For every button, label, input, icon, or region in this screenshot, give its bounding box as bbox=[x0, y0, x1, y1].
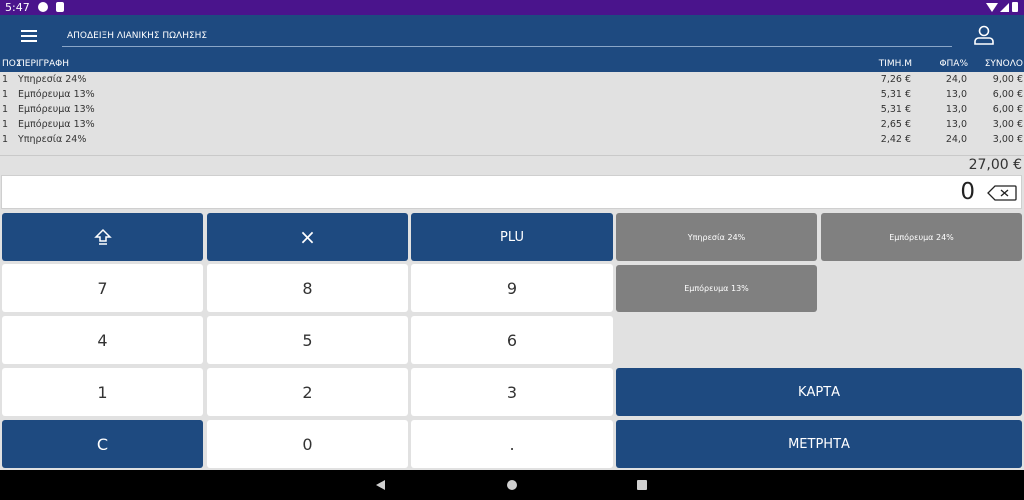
backspace-icon[interactable] bbox=[987, 185, 1017, 201]
row-unit-price: 2,42 € bbox=[880, 134, 911, 145]
notification-icon bbox=[38, 2, 48, 12]
row-unit-price: 7,26 € bbox=[880, 74, 911, 85]
table-row[interactable]: 1 Εμπόρευμα 13% 5,31 € 13,0 6,00 € bbox=[0, 87, 1024, 102]
digit-8-button[interactable]: 8 bbox=[207, 264, 408, 312]
shift-up-icon bbox=[93, 228, 112, 245]
navigation-bar bbox=[0, 470, 1024, 500]
row-vat: 13,0 bbox=[945, 89, 967, 100]
multiply-button[interactable]: × bbox=[207, 213, 408, 261]
items-list: 1 Υπηρεσία 24% 7,26 € 24,0 9,00 € 1 Εμπό… bbox=[0, 72, 1024, 147]
header-vat: ΦΠΑ% bbox=[939, 59, 968, 69]
signal-icon bbox=[1000, 3, 1009, 12]
row-unit-price: 5,31 € bbox=[880, 89, 911, 100]
table-row[interactable]: 1 Εμπόρευμα 13% 2,65 € 13,0 3,00 € bbox=[0, 117, 1024, 132]
back-icon[interactable] bbox=[376, 480, 385, 490]
digit-2-button[interactable]: 2 bbox=[207, 368, 408, 416]
status-time: 5:47 bbox=[5, 1, 30, 14]
sd-card-icon bbox=[56, 2, 64, 12]
row-vat: 13,0 bbox=[945, 104, 967, 115]
amount-value: 0 bbox=[960, 179, 975, 205]
digit-5-button[interactable]: 5 bbox=[207, 316, 408, 364]
row-description: Υπηρεσία 24% bbox=[18, 134, 87, 145]
row-qty: 1 bbox=[2, 89, 9, 100]
grand-total: 27,00 € bbox=[968, 157, 1022, 173]
home-icon[interactable] bbox=[507, 480, 517, 490]
pay-card-button[interactable]: ΚΑΡΤΑ bbox=[616, 368, 1022, 416]
shift-button[interactable] bbox=[2, 213, 203, 261]
row-qty: 1 bbox=[2, 119, 9, 130]
row-description: Εμπόρευμα 13% bbox=[18, 104, 95, 115]
wifi-icon bbox=[986, 3, 998, 12]
digit-6-button[interactable]: 6 bbox=[411, 316, 613, 364]
receipt-title-field[interactable] bbox=[62, 26, 952, 47]
battery-icon bbox=[1012, 2, 1018, 12]
header-total: ΣΥΝΟΛΟ bbox=[984, 59, 1023, 69]
row-qty: 1 bbox=[2, 104, 9, 115]
row-total: 3,00 € bbox=[992, 134, 1023, 145]
row-total: 6,00 € bbox=[992, 89, 1023, 100]
quick-item-service-24[interactable]: Υπηρεσία 24% bbox=[616, 213, 817, 261]
table-row[interactable]: 1 Υπηρεσία 24% 2,42 € 24,0 3,00 € bbox=[0, 132, 1024, 147]
row-description: Εμπόρευμα 13% bbox=[18, 89, 95, 100]
status-bar: 5:47 bbox=[0, 0, 1024, 15]
row-total: 6,00 € bbox=[992, 104, 1023, 115]
row-vat: 13,0 bbox=[945, 119, 967, 130]
menu-icon[interactable] bbox=[21, 30, 37, 42]
pay-cash-button[interactable]: ΜΕΤΡΗΤΑ bbox=[616, 420, 1022, 468]
row-vat: 24,0 bbox=[945, 134, 967, 145]
quick-item-goods-24[interactable]: Εμπόρευμα 24% bbox=[821, 213, 1022, 261]
digit-1-button[interactable]: 1 bbox=[2, 368, 203, 416]
row-total: 9,00 € bbox=[992, 74, 1023, 85]
digit-0-button[interactable]: 0 bbox=[207, 420, 408, 468]
digit-3-button[interactable]: 3 bbox=[411, 368, 613, 416]
table-row[interactable]: 1 Υπηρεσία 24% 7,26 € 24,0 9,00 € bbox=[0, 72, 1024, 87]
row-description: Εμπόρευμα 13% bbox=[18, 119, 95, 130]
row-qty: 1 bbox=[2, 134, 9, 145]
digit-4-button[interactable]: 4 bbox=[2, 316, 203, 364]
header-description: ΠΕΡΙΓΡΑΦΗ bbox=[18, 59, 69, 69]
table-row[interactable]: 1 Εμπόρευμα 13% 5,31 € 13,0 6,00 € bbox=[0, 102, 1024, 117]
row-qty: 1 bbox=[2, 74, 9, 85]
row-description: Υπηρεσία 24% bbox=[18, 74, 87, 85]
digit-7-button[interactable]: 7 bbox=[2, 264, 203, 312]
decimal-point-button[interactable]: . bbox=[411, 420, 613, 468]
clear-button[interactable]: C bbox=[2, 420, 203, 468]
app-bar bbox=[0, 15, 1024, 56]
row-total: 3,00 € bbox=[992, 119, 1023, 130]
row-vat: 24,0 bbox=[945, 74, 967, 85]
quick-item-goods-13[interactable]: Εμπόρευμα 13% bbox=[616, 265, 817, 312]
amount-display: 0 bbox=[1, 175, 1022, 209]
header-unit-price: ΤΙΜΗ.Μ bbox=[878, 59, 912, 69]
divider bbox=[0, 155, 1024, 156]
items-table-header: ΠΟΣ ΠΕΡΙΓΡΑΦΗ ΤΙΜΗ.Μ ΦΠΑ% ΣΥΝΟΛΟ bbox=[0, 56, 1024, 72]
recent-apps-icon[interactable] bbox=[637, 480, 647, 490]
user-icon[interactable] bbox=[972, 23, 996, 47]
digit-9-button[interactable]: 9 bbox=[411, 264, 613, 312]
plu-button[interactable]: PLU bbox=[411, 213, 613, 261]
row-unit-price: 5,31 € bbox=[880, 104, 911, 115]
row-unit-price: 2,65 € bbox=[880, 119, 911, 130]
